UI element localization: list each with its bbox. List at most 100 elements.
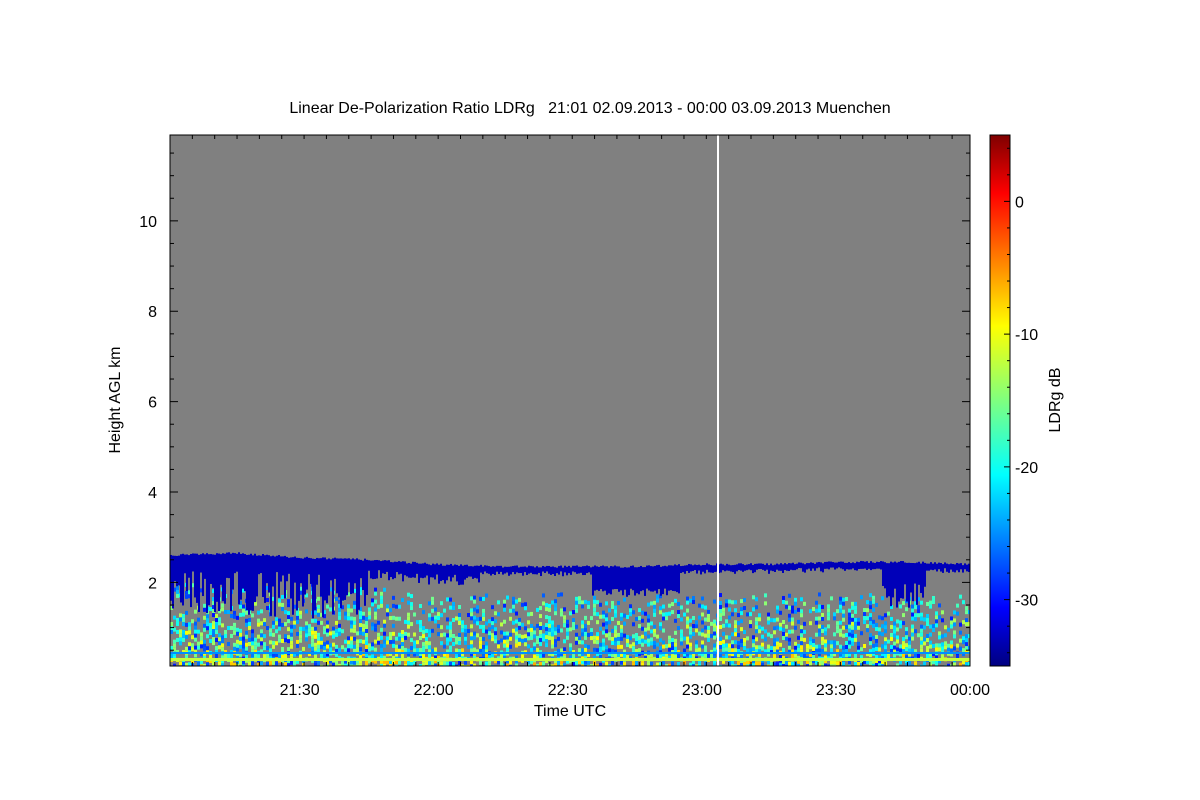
ldr-pixel xyxy=(701,628,704,633)
ldr-pixel xyxy=(356,643,359,648)
ldr-pixel xyxy=(818,608,821,613)
ldr-pixel xyxy=(620,644,623,649)
ldr-pixel xyxy=(338,627,341,632)
ldr-pixel xyxy=(953,622,956,627)
ldr-pixel xyxy=(794,653,797,658)
ldr-pixel xyxy=(335,620,338,625)
ldr-pixel xyxy=(899,604,902,609)
ldr-pixel xyxy=(392,595,395,600)
ldr-pixel xyxy=(395,604,398,609)
ldr-pixel xyxy=(260,621,263,626)
ldr-pixel xyxy=(512,596,515,601)
cloud-pixel xyxy=(912,562,914,602)
cloud-pixel xyxy=(710,565,712,573)
ldr-pixel xyxy=(830,644,833,649)
ldr-pixel xyxy=(221,643,224,648)
cloud-pixel xyxy=(950,563,952,570)
ldr-pixel xyxy=(719,601,722,606)
ldr-pixel xyxy=(398,644,401,649)
ldr-pixel xyxy=(905,631,908,636)
ldr-pixel xyxy=(719,613,722,618)
cloud-pixel xyxy=(758,563,760,570)
ldr-pixel xyxy=(554,611,557,616)
ldr-pixel xyxy=(824,639,827,644)
cloud-pixel xyxy=(928,563,930,571)
ldr-pixel xyxy=(737,621,740,626)
ldr-pixel xyxy=(596,636,599,641)
ldr-pixel xyxy=(947,627,950,632)
cloud-pixel xyxy=(488,566,490,574)
ldr-pixel xyxy=(227,641,230,646)
ldr-pixel xyxy=(755,629,758,634)
ldr-pixel xyxy=(935,643,938,648)
ldr-pixel xyxy=(293,620,296,625)
ldr-pixel xyxy=(884,637,887,642)
ldr-pixel xyxy=(881,624,884,629)
ldr-pixel xyxy=(728,643,731,648)
cloud-pixel xyxy=(244,554,246,592)
cloud-pixel xyxy=(334,557,336,579)
ldr-pixel xyxy=(950,616,953,621)
ldr-pixel xyxy=(833,612,836,617)
ldr-pixel xyxy=(410,646,413,651)
x-tick-label: 23:30 xyxy=(816,682,856,699)
ldr-pixel xyxy=(938,615,941,620)
ldr-pixel xyxy=(287,627,290,632)
cloud-pixel xyxy=(264,555,266,603)
ldr-pixel xyxy=(308,628,311,633)
ldr-pixel xyxy=(335,660,338,665)
ldr-pixel xyxy=(569,643,572,648)
ldr-pixel xyxy=(629,608,632,613)
ldr-pixel xyxy=(245,622,248,627)
cloud-pixel xyxy=(944,562,946,569)
cloud-pixel xyxy=(938,562,940,570)
ldr-pixel xyxy=(740,619,743,624)
ldr-pixel xyxy=(863,644,866,649)
cloud-pixel xyxy=(556,567,558,574)
ldr-pixel xyxy=(278,634,281,639)
ldr-pixel xyxy=(353,600,356,605)
ldr-pixel xyxy=(332,642,335,647)
cloud-pixel xyxy=(330,559,332,581)
ldr-pixel xyxy=(233,642,236,647)
cloud-pixel xyxy=(750,563,752,571)
ldr-pixel xyxy=(791,661,794,666)
ldr-pixel xyxy=(281,622,284,627)
ldr-pixel xyxy=(665,644,668,649)
ldr-pixel xyxy=(857,625,860,630)
ldr-pixel xyxy=(743,605,746,610)
ldr-pixel xyxy=(680,633,683,638)
cloud-pixel xyxy=(848,562,850,570)
ldr-pixel xyxy=(224,610,227,615)
ldr-pixel xyxy=(437,632,440,637)
ldr-pixel xyxy=(215,622,218,627)
ldr-pixel xyxy=(869,641,872,646)
ldr-pixel xyxy=(422,634,425,639)
cloud-pixel xyxy=(808,563,810,569)
cloud-pixel xyxy=(628,567,630,596)
ldr-pixel xyxy=(551,632,554,637)
ldr-pixel xyxy=(194,629,197,634)
ldr-pixel xyxy=(410,662,413,666)
cloud-pixel xyxy=(726,563,728,571)
cloud-pixel xyxy=(418,563,420,583)
cloud-pixel xyxy=(306,556,308,590)
ldr-pixel xyxy=(962,620,965,625)
ldr-pixel xyxy=(425,644,428,649)
ldr-pixel xyxy=(275,617,278,622)
ldr-pixel xyxy=(920,664,923,666)
cloud-pixel xyxy=(836,562,838,569)
ldr-pixel xyxy=(587,604,590,609)
ldr-pixel xyxy=(224,630,227,635)
ldr-pixel xyxy=(668,611,671,616)
cloud-pixel xyxy=(576,565,578,574)
ldr-pixel xyxy=(386,640,389,645)
ldr-pixel xyxy=(542,633,545,638)
ldr-pixel xyxy=(713,599,716,604)
cloud-pixel xyxy=(386,560,388,572)
ldr-pixel xyxy=(263,642,266,647)
cloud-pixel xyxy=(470,566,472,577)
ldr-pixel xyxy=(416,640,419,645)
cloud-pixel xyxy=(346,558,348,596)
ldr-pixel xyxy=(821,624,824,629)
